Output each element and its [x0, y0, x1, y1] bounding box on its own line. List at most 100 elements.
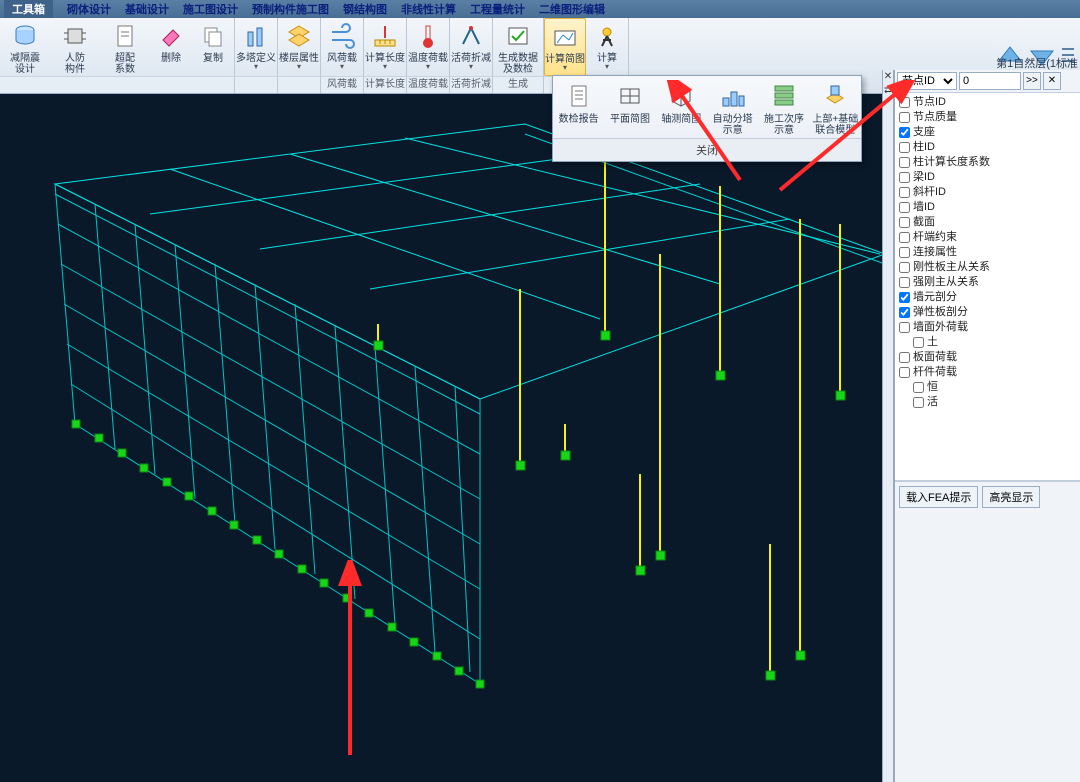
- layers-icon: [284, 21, 314, 51]
- display-option-checkbox[interactable]: [913, 397, 924, 408]
- btn-jianzhen[interactable]: 减隔震设计: [0, 18, 50, 76]
- annotation-arrow-3: [290, 560, 410, 760]
- wind-icon: [327, 21, 357, 51]
- display-option-label: 墙面外荷载: [913, 320, 968, 335]
- display-option[interactable]: 板面荷载: [899, 350, 1076, 365]
- menu-item[interactable]: 二维图形编辑: [539, 1, 605, 17]
- menu-item[interactable]: 非线性计算: [401, 1, 456, 17]
- annotation-arrow-2: [770, 80, 920, 200]
- display-option-label: 柱计算长度系数: [913, 155, 990, 170]
- display-option-checkbox[interactable]: [899, 352, 910, 363]
- report-icon: [563, 80, 595, 112]
- go-button[interactable]: >>: [1023, 72, 1041, 90]
- btn-chaopei[interactable]: 超配系数: [100, 18, 150, 76]
- display-option[interactable]: 土: [913, 335, 1076, 350]
- display-option-checkbox[interactable]: [899, 292, 910, 303]
- display-option[interactable]: 截面: [899, 215, 1076, 230]
- display-option-checkbox[interactable]: [899, 307, 910, 318]
- cyl-icon: [10, 21, 40, 51]
- btn-fenghe[interactable]: 风荷载▾: [321, 18, 363, 76]
- display-option-label: 活: [927, 395, 938, 410]
- clear-button[interactable]: ✕: [1043, 72, 1061, 90]
- display-option[interactable]: 恒: [913, 380, 1076, 395]
- towers-icon: [241, 21, 271, 51]
- display-option-label: 弹性板剖分: [913, 305, 968, 320]
- display-option-checkbox[interactable]: [899, 217, 910, 228]
- id-value-input[interactable]: [959, 72, 1021, 90]
- display-option-checkbox[interactable]: [899, 232, 910, 243]
- btn-jschangdu[interactable]: 计算长度▾: [364, 18, 406, 76]
- display-option-checkbox[interactable]: [899, 367, 910, 378]
- menu-item[interactable]: 施工图设计: [183, 1, 238, 17]
- btn-renfang[interactable]: 人防构件: [50, 18, 100, 76]
- ruler-icon: [370, 21, 400, 51]
- display-option[interactable]: 墙ID: [899, 200, 1076, 215]
- menu-item[interactable]: 工程量统计: [470, 1, 525, 17]
- btn-fuzhi[interactable]: 复制: [192, 18, 234, 76]
- chip-icon: [60, 21, 90, 51]
- dd-shujian[interactable]: 数检报告: [553, 76, 604, 138]
- btn-wendu[interactable]: 温度荷载▾: [407, 18, 449, 76]
- display-option[interactable]: 墙面外荷载: [899, 320, 1076, 335]
- display-option-checkbox[interactable]: [913, 382, 924, 393]
- diagram-icon: [550, 22, 580, 52]
- display-option-label: 板面荷载: [913, 350, 957, 365]
- loadred-icon: [456, 21, 486, 51]
- display-option[interactable]: 连接属性: [899, 245, 1076, 260]
- display-option[interactable]: 墙元剖分: [899, 290, 1076, 305]
- display-option-checkbox[interactable]: [899, 247, 910, 258]
- display-option-label: 连接属性: [913, 245, 957, 260]
- eraser-icon: [156, 21, 186, 51]
- display-option[interactable]: 柱计算长度系数: [899, 155, 1076, 170]
- display-option[interactable]: 节点质量: [899, 110, 1076, 125]
- display-option[interactable]: 刚性板主从关系: [899, 260, 1076, 275]
- menu-toolbox[interactable]: 工具箱: [4, 0, 53, 18]
- display-option[interactable]: 强刚主从关系: [899, 275, 1076, 290]
- display-option-checkbox[interactable]: [899, 262, 910, 273]
- display-option[interactable]: 柱ID: [899, 140, 1076, 155]
- display-options-list: 节点ID节点质量支座柱ID柱计算长度系数梁ID斜杆ID墙ID截面杆端约束连接属性…: [895, 93, 1080, 481]
- display-option-checkbox[interactable]: [913, 337, 924, 348]
- display-option-label: 墙ID: [913, 200, 935, 215]
- display-option-label: 土: [927, 335, 938, 350]
- menu-item[interactable]: 钢结构图: [343, 1, 387, 17]
- display-option[interactable]: 梁ID: [899, 170, 1076, 185]
- annotation-arrow-1: [640, 80, 760, 190]
- btn-louceng[interactable]: 楼层属性▾: [278, 18, 320, 76]
- run-icon: [592, 21, 622, 51]
- display-option[interactable]: 节点ID: [899, 95, 1076, 110]
- current-layer-label: 第1自然层(1标准: [996, 55, 1078, 71]
- btn-huohe[interactable]: 活荷折减▾: [450, 18, 492, 76]
- display-option-checkbox[interactable]: [899, 277, 910, 288]
- highlight-button[interactable]: 高亮显示: [982, 486, 1040, 508]
- btn-duota[interactable]: 多塔定义▾: [235, 18, 277, 76]
- display-option[interactable]: 斜杆ID: [899, 185, 1076, 200]
- btn-jisuan[interactable]: 计算▾: [586, 18, 628, 76]
- btn-shengcheng[interactable]: 生成数据及数检: [493, 18, 543, 76]
- side-toolbar: 节点ID >> ✕: [895, 70, 1080, 93]
- display-option[interactable]: 杆件荷载: [899, 365, 1076, 380]
- gen-icon: [503, 21, 533, 51]
- display-option[interactable]: 支座: [899, 125, 1076, 140]
- copy-icon: [198, 21, 228, 51]
- display-option[interactable]: 弹性板剖分: [899, 305, 1076, 320]
- top-menu-bar: 工具箱 砌体设计 基础设计 施工图设计 预制构件施工图 钢结构图 非线性计算 工…: [0, 0, 1080, 18]
- display-option-label: 刚性板主从关系: [913, 260, 990, 275]
- load-fea-button[interactable]: 载入FEA提示: [899, 486, 978, 508]
- model-canvas[interactable]: [0, 94, 894, 782]
- display-option-label: 杆件荷载: [913, 365, 957, 380]
- display-option[interactable]: 活: [913, 395, 1076, 410]
- doc-icon: [110, 21, 140, 51]
- display-option-label: 恒: [927, 380, 938, 395]
- display-option[interactable]: 杆端约束: [899, 230, 1076, 245]
- btn-jsjiantu[interactable]: 计算简图▾: [544, 18, 586, 76]
- display-option-label: 杆端约束: [913, 230, 957, 245]
- display-option-label: 墙元剖分: [913, 290, 957, 305]
- menu-item[interactable]: 基础设计: [125, 1, 169, 17]
- btn-shanchu[interactable]: 删除: [150, 18, 192, 76]
- menu-item[interactable]: 砌体设计: [67, 1, 111, 17]
- menu-item[interactable]: 预制构件施工图: [252, 1, 329, 17]
- display-option-checkbox[interactable]: [899, 322, 910, 333]
- display-option-checkbox[interactable]: [899, 202, 910, 213]
- display-option-label: 截面: [913, 215, 935, 230]
